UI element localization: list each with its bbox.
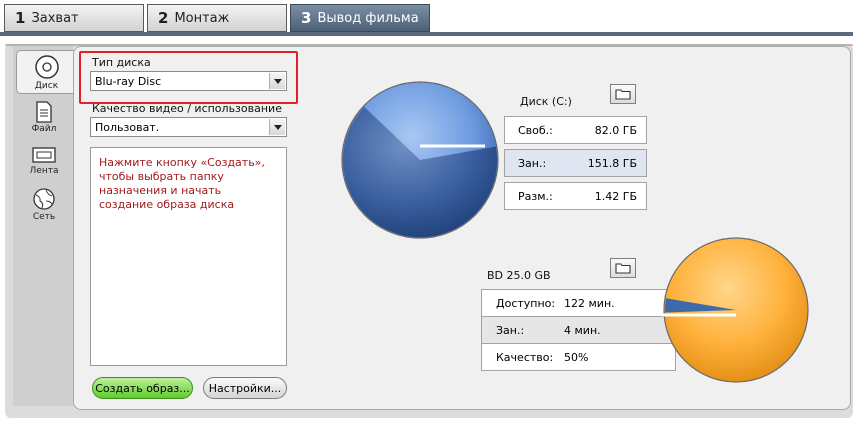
tab-number: 2 [158,9,169,27]
rail-item-file[interactable]: Файл [16,98,72,142]
rail-item-disc[interactable]: Диск [16,50,76,94]
target-available-value: 122 мин. [564,296,615,310]
chevron-down-icon [269,119,285,135]
tab-label: Вывод фильма [317,10,419,26]
target-available-row: Доступно: 122 мин. [481,289,676,317]
target-quality-value: 50% [564,350,589,364]
folder-icon [615,89,631,100]
target-quality-row: Качество: 50% [481,343,676,371]
drive-free-row: Своб.: 82.0 ГБ [504,116,647,144]
info-message-box: Нажмите кнопку «Создать», чтобы выбрать … [90,147,287,366]
info-message: Нажмите кнопку «Создать», чтобы выбрать … [99,156,265,211]
rail-item-label: Лента [29,166,59,176]
drive-folder-button[interactable] [610,84,636,104]
drive-used-row: Зан.: 151.8 ГБ [504,149,647,177]
tab-output[interactable]: 3 Вывод фильма [290,4,430,32]
drive-free-label: Своб.: [518,123,553,137]
quality-select[interactable]: Пользоват. [90,117,287,137]
highlight-box [79,51,298,104]
target-quality-label: Качество: [496,350,554,364]
folder-icon [615,263,631,274]
tab-edit[interactable]: 2 Монтаж [147,4,287,32]
create-image-button[interactable]: Создать образ... [92,377,193,399]
quality-value: Пользоват. [95,120,160,134]
tab-capture[interactable]: 1 Захват [4,4,144,32]
quality-label: Качество видео / использование [92,102,282,115]
target-disc-title: BD 25.0 GB [487,269,551,282]
rail-item-network[interactable]: Сеть [16,184,72,228]
disc-icon [34,55,59,79]
drive-title: Диск (C:) [520,95,572,108]
drive-free-value: 82.0 ГБ [594,123,637,137]
tab-label: Захват [31,10,79,26]
tab-bar: 1 Захват 2 Монтаж 3 Вывод фильма [0,0,853,36]
target-folder-button[interactable] [610,258,636,278]
rail-item-label: Файл [31,124,57,134]
rail-item-tape[interactable]: Лента [16,142,72,186]
rail-item-label: Сеть [32,212,56,222]
target-used-row: Зан.: 4 мин. [481,316,676,344]
drive-size-value: 1.42 ГБ [594,189,637,203]
file-icon [36,101,52,123]
rail-item-label: Диск [34,81,59,91]
target-available-label: Доступно: [496,296,556,310]
drive-used-value: 151.8 ГБ [587,156,637,170]
target-used-label: Зан.: [496,323,525,337]
target-used-value: 4 мин. [564,323,601,337]
tab-number: 1 [15,9,26,27]
drive-usage-pie [341,81,499,239]
drive-used-label: Зан.: [518,156,547,170]
tab-label: Монтаж [174,10,230,26]
drive-size-label: Разм.: [518,189,553,203]
tab-number: 3 [301,9,312,27]
globe-icon [33,188,55,210]
target-usage-pie [662,237,809,383]
tape-icon [32,147,56,163]
settings-button[interactable]: Настройки... [203,377,287,399]
drive-size-row: Разм.: 1.42 ГБ [504,182,647,210]
tab-divider [0,32,853,36]
